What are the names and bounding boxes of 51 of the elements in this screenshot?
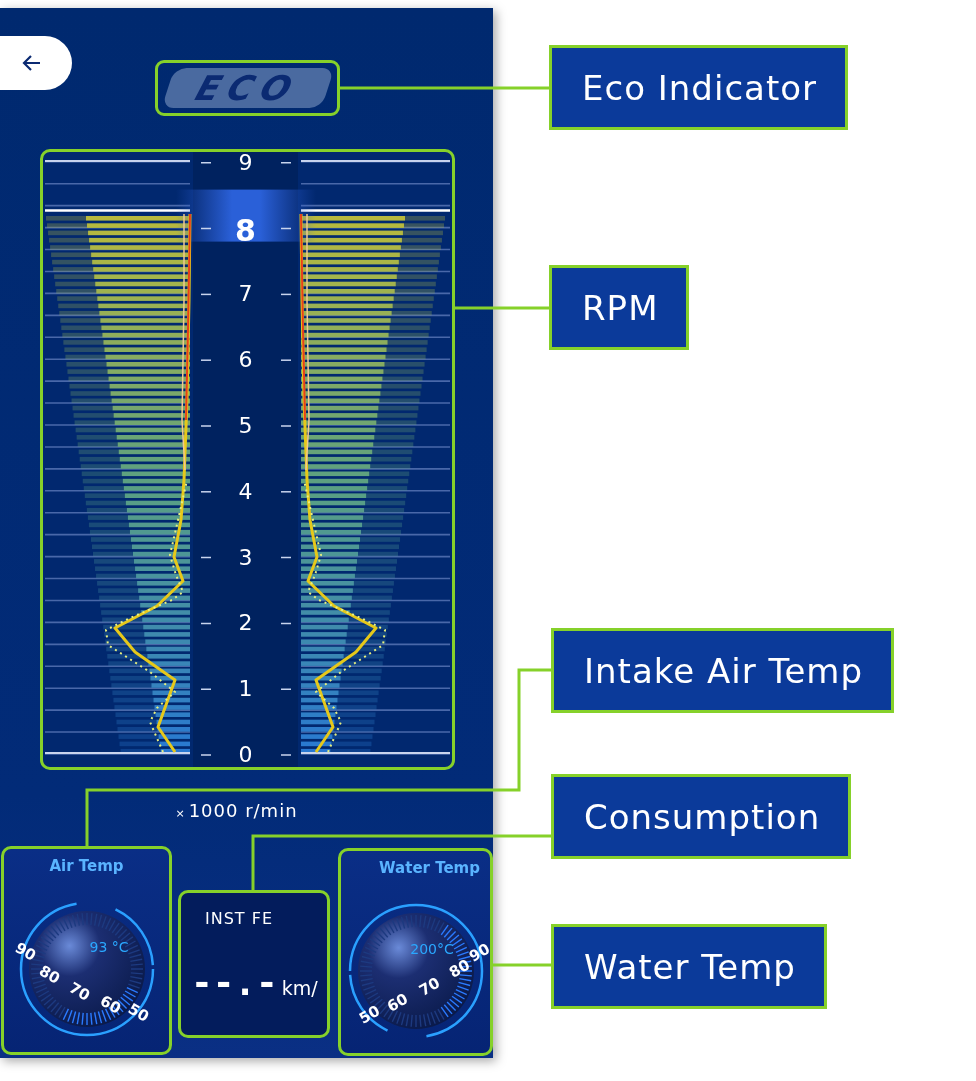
tick-mark	[280, 425, 292, 427]
callout-label: Intake Air Temp	[551, 628, 895, 713]
fe-unit: km/	[281, 977, 318, 999]
tick-mark	[280, 622, 292, 625]
callout-label: Eco Indicator	[549, 45, 849, 130]
tick-mark	[280, 293, 292, 296]
unit-multiplier: ×	[175, 807, 185, 820]
gauge-title: Water Temp	[379, 859, 480, 877]
tick-mark	[200, 491, 212, 493]
temperature-reading: 200°C	[409, 941, 454, 957]
scale-label: 7	[238, 281, 253, 307]
fe-value: --.-	[191, 962, 278, 1003]
dial-number: 60	[383, 989, 411, 1016]
scale-label: 9	[238, 152, 253, 175]
tick-mark	[200, 556, 212, 559]
scale-label: 3	[238, 544, 253, 570]
dial-number: 50	[124, 999, 152, 1026]
temperature-reading: 93 °C	[89, 939, 128, 955]
dial-number: 50	[355, 1001, 383, 1028]
scale-label: 0	[238, 742, 253, 767]
tick-mark	[200, 425, 212, 427]
tick-mark	[280, 359, 292, 361]
tick-mark	[280, 162, 292, 164]
tick-mark	[280, 556, 292, 559]
tick-mark	[200, 162, 212, 164]
rpm-unit: 1000 r/min	[188, 800, 298, 821]
scale-label: 4	[238, 478, 253, 504]
tick-mark	[200, 754, 212, 756]
scale-label: 1	[238, 676, 253, 702]
tick-mark	[280, 754, 292, 756]
back-button[interactable]	[0, 36, 72, 90]
dial-number: 70	[415, 973, 443, 1000]
callout-label: Consumption	[551, 774, 852, 859]
tick-mark	[280, 227, 292, 230]
fe-title: INST FE	[205, 909, 274, 928]
scale-label: 6	[238, 347, 253, 373]
tick-mark	[200, 227, 212, 230]
scale-label: 2	[238, 610, 253, 636]
tick-mark	[200, 688, 212, 690]
tick-mark	[200, 622, 212, 625]
tick-mark	[200, 359, 212, 361]
tick-mark	[280, 688, 292, 690]
tick-mark	[280, 491, 292, 493]
dial-number: 70	[65, 978, 93, 1005]
scale-label: 8	[235, 212, 256, 248]
scale-label: 5	[238, 413, 253, 438]
tick-mark	[200, 293, 212, 296]
gauge-title: Air Temp	[49, 857, 124, 875]
dial-number: 60	[96, 991, 124, 1018]
callout-label: Water Temp	[551, 924, 827, 1009]
callout-label: RPM	[549, 265, 690, 350]
